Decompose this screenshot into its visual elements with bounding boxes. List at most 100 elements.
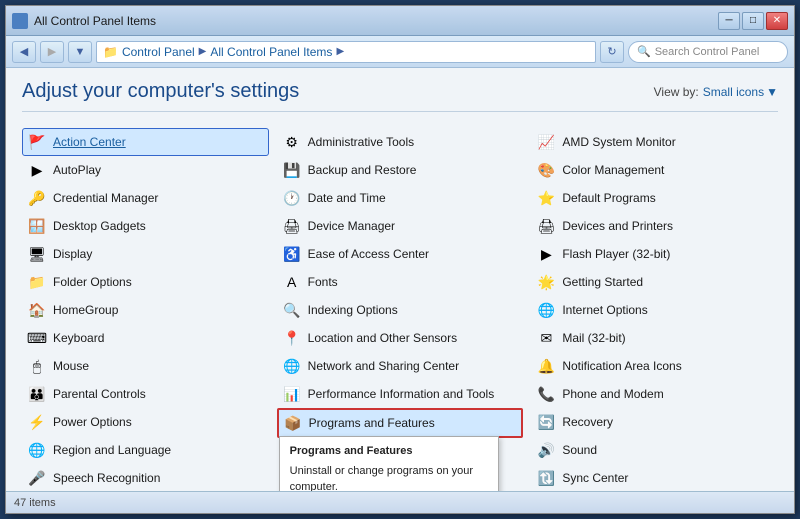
cp-item-color-management[interactable]: 🎨 Color Management [531,156,778,184]
col-1: ⚙Administrative Tools 💾 Backup and Restore… [277,128,524,491]
item-icon: 📊 [282,384,302,404]
status-bar: 47 items [6,491,794,513]
cp-item-autoplay[interactable]: ▶ AutoPlay [22,156,269,184]
item-icon: 🔔 [536,356,556,376]
item-icon: ✉ [536,328,556,348]
cp-item-notification-area-icons[interactable]: 🔔Notification Area Icons [531,352,778,380]
item-icon: 🕐 [282,188,302,208]
item-label: Location and Other Sensors [308,331,457,345]
search-placeholder: Search Control Panel [655,46,760,58]
cp-item-amd-system-monitor[interactable]: 📈AMD System Monitor [531,128,778,156]
cp-item-indexing-options[interactable]: 🔍 Indexing Options [277,296,524,324]
cp-item-speech-recognition[interactable]: 🎤Speech Recognition [22,464,269,491]
item-label: Date and Time [308,191,386,205]
item-label: Power Options [53,415,132,429]
item-icon: 🌐 [282,356,302,376]
tooltip-description: Uninstall or change programs on your com… [290,463,488,492]
item-icon: 🪟 [27,216,47,236]
cp-item-display[interactable]: 🖥Display [22,240,269,268]
cp-item-mail-(32-bit)[interactable]: ✉Mail (32-bit) [531,324,778,352]
minimize-button[interactable]: ─ [718,12,740,30]
item-label: Mouse [53,359,89,373]
content-area: Adjust your computer's settings View by:… [6,68,794,491]
item-icon: 📈 [536,132,556,152]
refresh-button[interactable]: ↻ [600,41,624,63]
path-all-items[interactable]: All Control Panel Items [210,45,332,59]
maximize-button[interactable]: □ [742,12,764,30]
forward-button[interactable]: ▶ [40,41,64,63]
cp-item-device-manager[interactable]: 🖨Device Manager [277,212,524,240]
close-button[interactable]: ✕ [766,12,788,30]
main-content: Adjust your computer's settings View by:… [6,68,794,491]
item-icon: 👪 [27,384,47,404]
col-2: 📈AMD System Monitor 🎨 Color Management ⭐Def… [531,128,778,491]
item-label: Region and Language [53,443,171,457]
item-icon: 💾 [282,160,302,180]
cp-item-phone-and-modem[interactable]: 📞Phone and Modem [531,380,778,408]
view-by-section: View by: Small icons ▼ [654,85,778,99]
status-text: 47 items [14,497,56,509]
search-box[interactable]: 🔍 Search Control Panel [628,41,788,63]
item-icon: 🔑 [27,188,47,208]
cp-item-devices-and-printers[interactable]: 🖨Devices and Printers [531,212,778,240]
cp-item-sound[interactable]: 🔊Sound [531,436,778,464]
item-label: Color Management [562,163,664,177]
item-label: Sync Center [562,471,628,485]
item-icon: 📁 [27,272,47,292]
item-label: Getting Started [562,275,643,289]
cp-item-parental-controls[interactable]: 👪Parental Controls [22,380,269,408]
cp-item-ease-of-access-center[interactable]: ♿Ease of Access Center [277,240,524,268]
cp-item-folder-options[interactable]: 📁Folder Options [22,268,269,296]
item-label: Backup and Restore [308,163,417,177]
cp-item-recovery[interactable]: 🔄Recovery [531,408,778,436]
item-icon: ▶ [27,160,47,180]
item-label: Programs and Features [309,416,435,430]
cp-item-network-and-sharing-center[interactable]: 🌐Network and Sharing Center [277,352,524,380]
item-icon: 🔍 [282,300,302,320]
items-grid: 🚩Action Center ▶ AutoPlay 🔑Credential Manag… [22,128,778,491]
path-separator-1: ▶ [199,46,207,57]
cp-item-sync-center[interactable]: 🔃 Sync Center [531,464,778,491]
item-icon: 🎨 [536,160,556,180]
recent-button[interactable]: ▼ [68,41,92,63]
item-label: AutoPlay [53,163,101,177]
item-icon: 🔃 [536,468,556,488]
back-button[interactable]: ◀ [12,41,36,63]
title-bar-buttons: ─ □ ✕ [718,12,788,30]
item-label: Internet Options [562,303,647,317]
item-label: Display [53,247,92,261]
cp-item-power-options[interactable]: ⚡Power Options [22,408,269,436]
cp-item-fonts[interactable]: AFonts [277,268,524,296]
item-icon: 🖱 [27,356,47,376]
cp-item-action-center[interactable]: 🚩Action Center [22,128,269,156]
cp-item-desktop-gadgets[interactable]: 🪟Desktop Gadgets [22,212,269,240]
item-label: Sound [562,443,597,457]
item-icon: ⭐ [536,188,556,208]
cp-item-mouse[interactable]: 🖱 Mouse [22,352,269,380]
item-label: Indexing Options [308,303,398,317]
cp-item-credential-manager[interactable]: 🔑Credential Manager [22,184,269,212]
cp-item-location-and-other-sensors[interactable]: 📍Location and Other Sensors [277,324,524,352]
path-control-panel[interactable]: Control Panel [122,45,195,59]
view-by-option[interactable]: Small icons ▼ [703,85,778,99]
cp-item-backup-and-restore[interactable]: 💾 Backup and Restore [277,156,524,184]
item-icon: 🚩 [27,132,47,152]
cp-item-default-programs[interactable]: ⭐Default Programs [531,184,778,212]
address-path: 📁 Control Panel ▶ All Control Panel Item… [96,41,596,63]
cp-item-administrative-tools[interactable]: ⚙Administrative Tools [277,128,524,156]
cp-item-date-and-time[interactable]: 🕐 Date and Time [277,184,524,212]
cp-item-keyboard[interactable]: ⌨Keyboard [22,324,269,352]
cp-item-getting-started[interactable]: 🌟 Getting Started [531,268,778,296]
cp-item-homegroup[interactable]: 🏠HomeGroup [22,296,269,324]
cp-item-region-and-language[interactable]: 🌐Region and Language [22,436,269,464]
item-icon: ⚙ [282,132,302,152]
item-icon: 🖨 [282,216,302,236]
item-icon: 🌟 [536,272,556,292]
cp-item-programs-and-features[interactable]: 📦Programs and FeaturesPrograms and Featu… [277,408,524,438]
search-icon: 🔍 [637,45,651,58]
page-title: Adjust your computer's settings [22,80,299,103]
cp-item-performance-information-and-tools[interactable]: 📊Performance Information and Tools [277,380,524,408]
path-icon: 📁 [103,45,118,59]
cp-item-flash-player-(32-bit)[interactable]: ▶Flash Player (32-bit) [531,240,778,268]
cp-item-internet-options[interactable]: 🌐Internet Options [531,296,778,324]
